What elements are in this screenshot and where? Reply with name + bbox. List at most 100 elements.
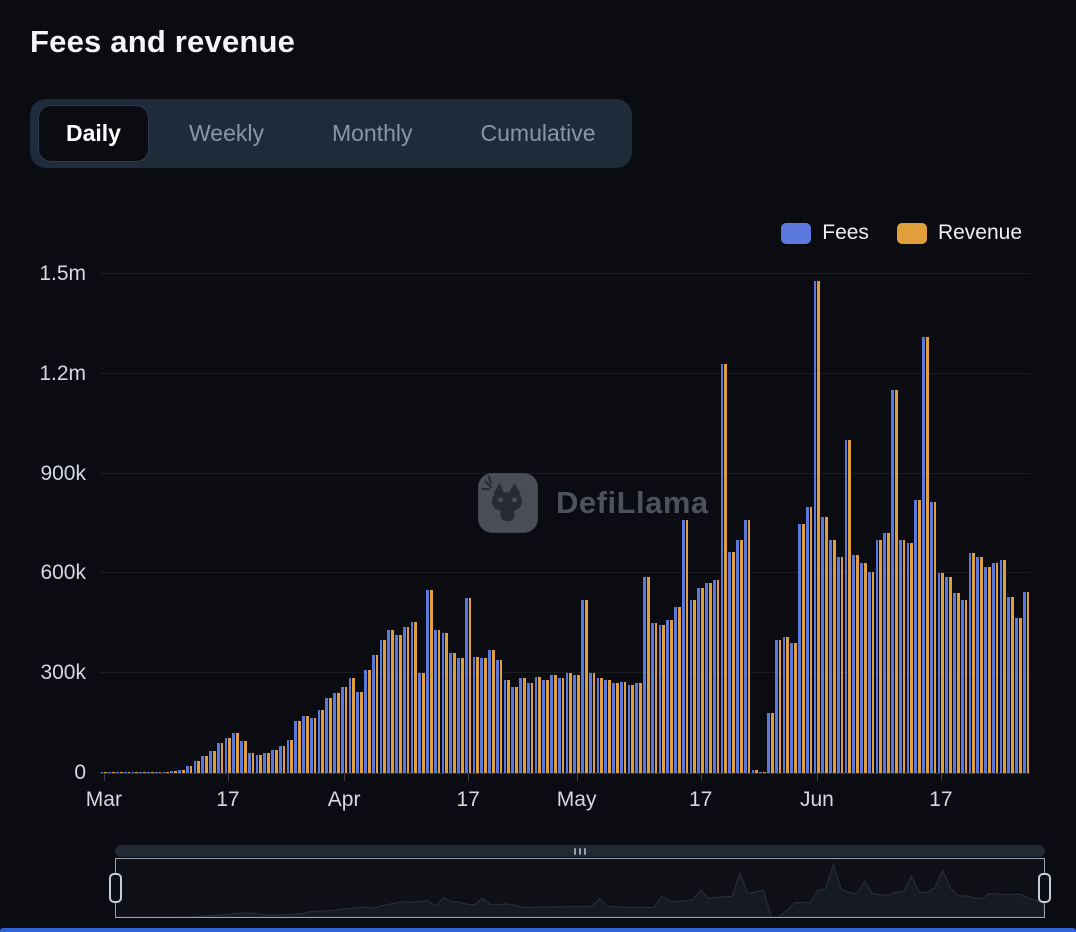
bar-group-day-73[interactable] — [666, 274, 674, 773]
bar-group-day-53[interactable] — [511, 274, 519, 773]
bar-group-day-91[interactable] — [805, 274, 813, 773]
bar-group-day-51[interactable] — [495, 274, 503, 773]
bar-group-day-77[interactable] — [697, 274, 705, 773]
bar-group-day-65[interactable] — [604, 274, 612, 773]
bar-group-day-61[interactable] — [573, 274, 581, 773]
slider-move-handle[interactable] — [115, 845, 1045, 857]
bar-group-day-20[interactable] — [255, 274, 263, 773]
bar-group-day-27[interactable] — [309, 274, 317, 773]
bar-group-day-52[interactable] — [503, 274, 511, 773]
bar-group-day-88[interactable] — [782, 274, 790, 773]
legend-item-fees[interactable]: Fees — [781, 221, 869, 245]
bar-group-day-62[interactable] — [581, 274, 589, 773]
bar-group-day-59[interactable] — [557, 274, 565, 773]
bar-group-day-36[interactable] — [379, 274, 387, 773]
bar-group-day-24[interactable] — [286, 274, 294, 773]
bar-group-day-101[interactable] — [883, 274, 891, 773]
slider-track[interactable] — [115, 858, 1045, 918]
bar-group-day-80[interactable] — [720, 274, 728, 773]
bar-group-day-46[interactable] — [457, 274, 465, 773]
bar-group-day-104[interactable] — [906, 274, 914, 773]
bar-group-day-28[interactable] — [317, 274, 325, 773]
bar-group-day-69[interactable] — [635, 274, 643, 773]
bar-group-day-76[interactable] — [689, 274, 697, 773]
bar-group-day-111[interactable] — [960, 274, 968, 773]
bar-group-day-95[interactable] — [836, 274, 844, 773]
bar-group-day-54[interactable] — [519, 274, 527, 773]
bar-group-day-45[interactable] — [449, 274, 457, 773]
bar-group-day-106[interactable] — [922, 274, 930, 773]
bar-group-day-10[interactable] — [178, 274, 186, 773]
bar-group-day-115[interactable] — [991, 274, 999, 773]
bar-group-day-48[interactable] — [472, 274, 480, 773]
bar-group-day-25[interactable] — [294, 274, 302, 773]
bar-group-day-72[interactable] — [658, 274, 666, 773]
bar-group-day-96[interactable] — [844, 274, 852, 773]
bar-group-day-93[interactable] — [821, 274, 829, 773]
bar-group-day-100[interactable] — [875, 274, 883, 773]
bar-group-day-4[interactable] — [131, 274, 139, 773]
bar-group-day-15[interactable] — [216, 274, 224, 773]
bar-group-day-85[interactable] — [759, 274, 767, 773]
bar-group-day-67[interactable] — [619, 274, 627, 773]
tab-weekly[interactable]: Weekly — [162, 106, 291, 161]
bar-group-day-118[interactable] — [1015, 274, 1023, 773]
legend-item-revenue[interactable]: Revenue — [897, 221, 1022, 245]
bar-group-day-2[interactable] — [116, 274, 124, 773]
slider-left-handle[interactable] — [109, 873, 122, 903]
bar-group-day-66[interactable] — [612, 274, 620, 773]
bar-group-day-119[interactable] — [1022, 274, 1030, 773]
bar-group-day-99[interactable] — [867, 274, 875, 773]
bar-group-day-31[interactable] — [340, 274, 348, 773]
bar-group-day-87[interactable] — [774, 274, 782, 773]
bar-group-day-92[interactable] — [813, 274, 821, 773]
bar-group-day-7[interactable] — [154, 274, 162, 773]
bar-group-day-108[interactable] — [937, 274, 945, 773]
bar-group-day-42[interactable] — [426, 274, 434, 773]
tab-cumulative[interactable]: Cumulative — [454, 106, 623, 161]
bar-group-day-39[interactable] — [402, 274, 410, 773]
bar-group-day-35[interactable] — [371, 274, 379, 773]
bar-group-day-12[interactable] — [193, 274, 201, 773]
bar-group-day-21[interactable] — [263, 274, 271, 773]
bar-group-day-57[interactable] — [542, 274, 550, 773]
bar-group-day-33[interactable] — [356, 274, 364, 773]
bar-group-day-56[interactable] — [534, 274, 542, 773]
bar-group-day-81[interactable] — [728, 274, 736, 773]
tab-daily[interactable]: Daily — [39, 106, 148, 161]
bar-group-day-22[interactable] — [271, 274, 279, 773]
bar-group-day-40[interactable] — [410, 274, 418, 773]
bar-group-day-71[interactable] — [650, 274, 658, 773]
bar-group-day-116[interactable] — [999, 274, 1007, 773]
bar-group-day-70[interactable] — [643, 274, 651, 773]
bar-group-day-68[interactable] — [627, 274, 635, 773]
bar-group-day-94[interactable] — [829, 274, 837, 773]
bar-group-day-83[interactable] — [743, 274, 751, 773]
bar-group-day-9[interactable] — [170, 274, 178, 773]
bar-group-day-30[interactable] — [333, 274, 341, 773]
bar-group-day-78[interactable] — [705, 274, 713, 773]
bar-group-day-110[interactable] — [953, 274, 961, 773]
bar-group-day-86[interactable] — [767, 274, 775, 773]
bar-group-day-64[interactable] — [596, 274, 604, 773]
bar-group-day-55[interactable] — [526, 274, 534, 773]
bar-group-day-17[interactable] — [232, 274, 240, 773]
bar-group-day-50[interactable] — [488, 274, 496, 773]
bar-group-day-1[interactable] — [108, 274, 116, 773]
bar-group-day-43[interactable] — [433, 274, 441, 773]
bar-group-day-34[interactable] — [364, 274, 372, 773]
bar-group-day-112[interactable] — [968, 274, 976, 773]
bar-group-day-13[interactable] — [201, 274, 209, 773]
bar-group-day-60[interactable] — [565, 274, 573, 773]
bar-group-day-74[interactable] — [674, 274, 682, 773]
bar-group-day-41[interactable] — [418, 274, 426, 773]
bar-group-day-114[interactable] — [984, 274, 992, 773]
bar-group-day-75[interactable] — [681, 274, 689, 773]
bar-group-day-49[interactable] — [480, 274, 488, 773]
bar-group-day-58[interactable] — [550, 274, 558, 773]
bar-group-day-103[interactable] — [898, 274, 906, 773]
bar-group-day-18[interactable] — [240, 274, 248, 773]
bar-group-day-23[interactable] — [278, 274, 286, 773]
bar-group-day-97[interactable] — [852, 274, 860, 773]
bar-group-day-3[interactable] — [123, 274, 131, 773]
